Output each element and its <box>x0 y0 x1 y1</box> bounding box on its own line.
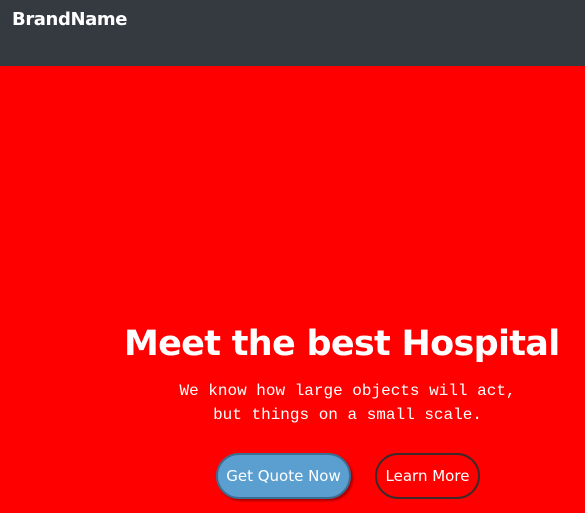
hero-description: We know how large objects will act, but … <box>150 379 545 427</box>
brand-link[interactable]: BrandName <box>12 9 127 31</box>
hero-title: Meet the best Hospital <box>124 324 560 364</box>
learn-more-button[interactable]: Learn More <box>375 453 480 499</box>
get-quote-button[interactable]: Get Quote Now <box>216 453 351 499</box>
hero-description-line-1: We know how large objects will act, <box>179 382 516 400</box>
hero-section: Meet the best Hospital We know how large… <box>0 66 585 513</box>
page: BrandName Meet the best Hospital We know… <box>0 0 585 513</box>
hero-description-line-2: but things on a small scale. <box>213 406 482 424</box>
navbar: BrandName <box>0 0 585 66</box>
